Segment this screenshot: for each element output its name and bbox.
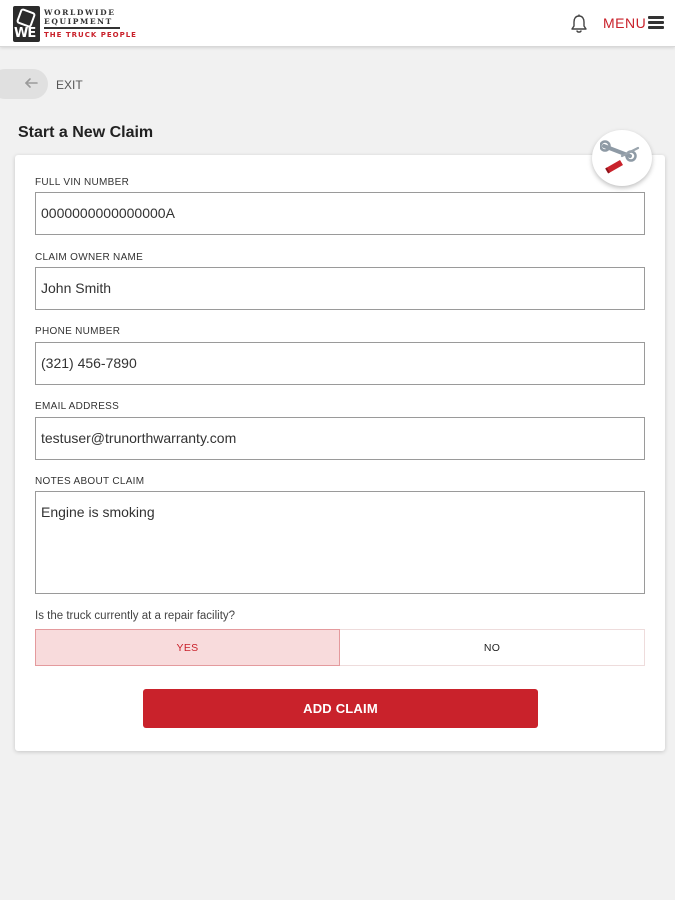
phone-label: PHONE NUMBER — [35, 326, 121, 337]
notes-label: NOTES ABOUT CLAIM — [35, 476, 145, 487]
phone-input[interactable]: (321) 456-7890 — [35, 342, 645, 385]
repair-facility-question: Is the truck currently at a repair facil… — [35, 610, 236, 622]
logo-text-worldwide: WORLDWIDE — [44, 8, 116, 17]
no-option-button[interactable]: NO — [340, 629, 645, 666]
back-arrow-icon[interactable] — [24, 76, 38, 90]
owner-name-label: CLAIM OWNER NAME — [35, 252, 144, 263]
logo-text-equipment: EQUIPMENT — [44, 17, 113, 26]
logo-mark-text: WE — [14, 26, 36, 41]
notes-textarea[interactable]: Engine is smoking — [35, 491, 645, 594]
worldwide-equipment-logo[interactable]: WE WORLDWIDE EQUIPMENT THE TRUCK PEOPLE — [13, 6, 136, 42]
wrench-screwdriver-icon — [592, 130, 652, 186]
hamburger-menu-icon[interactable] — [648, 16, 664, 29]
app-header: WE WORLDWIDE EQUIPMENT THE TRUCK PEOPLE … — [0, 0, 675, 47]
email-label: EMAIL ADDRESS — [35, 401, 120, 412]
vin-input[interactable]: 0000000000000000A — [35, 192, 645, 235]
logo-tagline: THE TRUCK PEOPLE — [44, 31, 137, 39]
email-input[interactable]: testuser@trunorthwarranty.com — [35, 417, 645, 460]
logo-badge: WE — [13, 6, 40, 42]
menu-button-label[interactable]: MENU — [603, 15, 646, 31]
page-title: Start a New Claim — [18, 124, 154, 141]
owner-name-input[interactable]: John Smith — [35, 267, 645, 310]
exit-link[interactable]: EXIT — [56, 78, 83, 92]
bell-icon[interactable] — [569, 13, 589, 35]
logo-divider — [44, 27, 120, 29]
add-claim-button[interactable]: ADD CLAIM — [143, 689, 538, 728]
yes-option-button[interactable]: YES — [35, 629, 340, 666]
vin-label: FULL VIN NUMBER — [35, 177, 130, 188]
